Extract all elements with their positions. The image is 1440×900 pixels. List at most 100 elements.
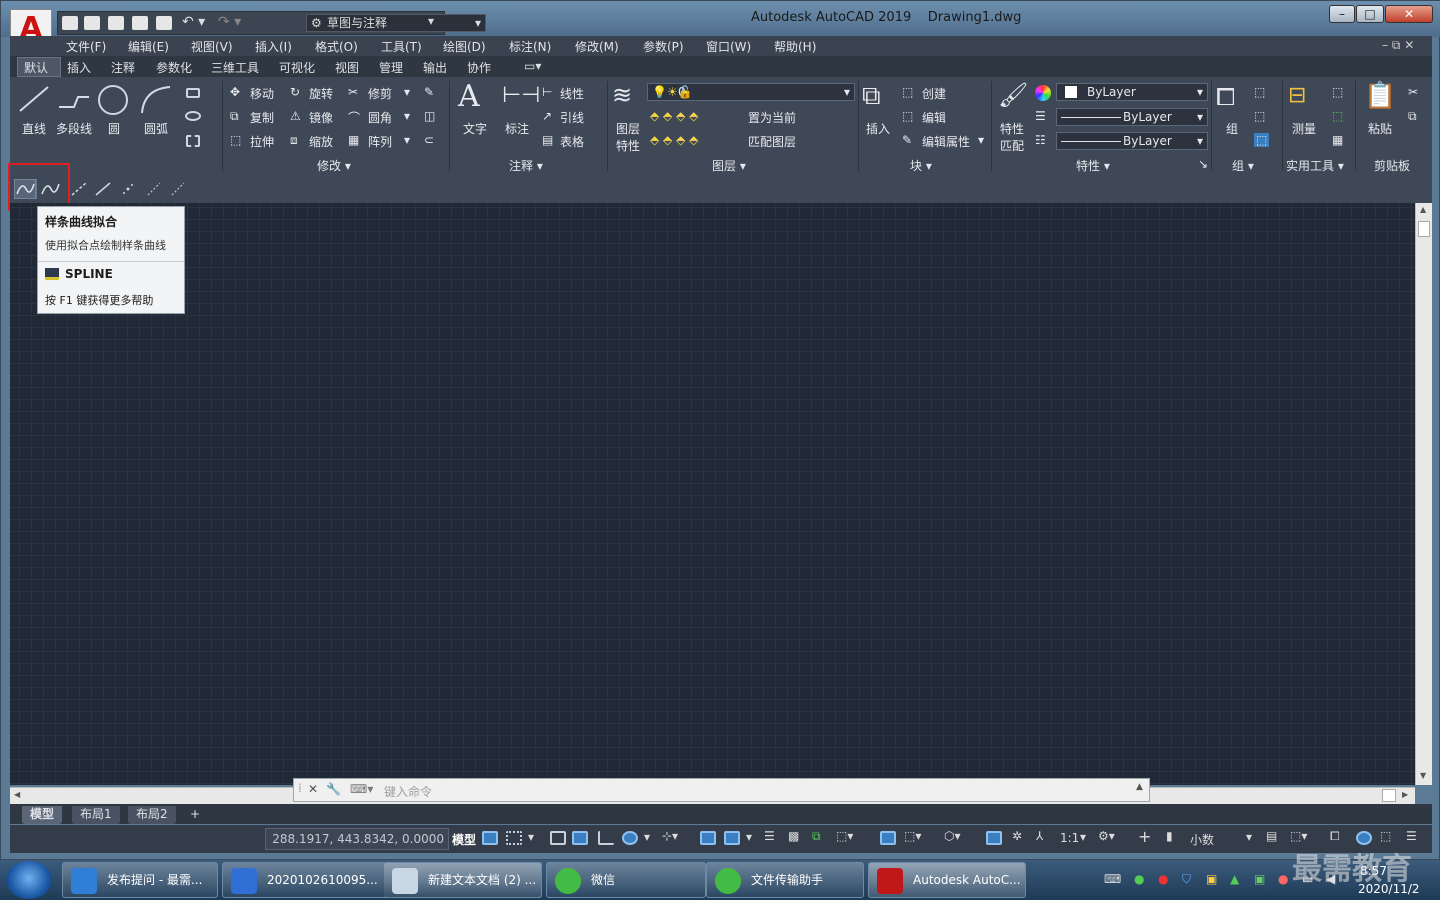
annotation-visibility-icon[interactable] xyxy=(986,831,1002,845)
color-wheel-icon[interactable] xyxy=(1035,85,1051,101)
group-tool[interactable]: 组 xyxy=(1226,120,1238,137)
taskbar-item-file-transfer[interactable]: 文件传输助手 xyxy=(706,862,864,898)
tab-annotate[interactable]: 注释 xyxy=(111,59,135,76)
tab-parametric[interactable]: 参数化 xyxy=(156,59,192,76)
menu-format[interactable]: 格式(O) xyxy=(315,38,358,55)
array-dropdown-icon[interactable]: ▾ xyxy=(404,133,410,147)
close-command-icon[interactable]: ✕ xyxy=(308,782,318,796)
menu-parameters[interactable]: 参数(P) xyxy=(643,38,684,55)
coordinates-display[interactable]: 288.1917, 443.8342, 0.0000 xyxy=(265,828,449,850)
3d-osnap-icon[interactable]: ⬚▾ xyxy=(836,829,853,843)
grid-icon[interactable] xyxy=(482,831,498,845)
save-icon[interactable] xyxy=(108,16,124,30)
ellipse-icon[interactable] xyxy=(185,111,201,121)
scroll-left-icon[interactable]: ◀ xyxy=(14,790,20,799)
ungroup-icon[interactable]: ⬚ xyxy=(1254,85,1265,99)
undo-icon[interactable]: ↶ ▾ xyxy=(182,14,205,30)
app-tray-icon[interactable]: ▲ xyxy=(1230,872,1239,886)
trim-dropdown-icon[interactable]: ▾ xyxy=(404,85,410,99)
match-properties-tool[interactable]: 特性 xyxy=(1000,120,1024,137)
clipboard-panel-label[interactable]: 剪贴板 xyxy=(1374,157,1410,173)
taskbar-item-wechat[interactable]: 微信 xyxy=(546,862,706,898)
group-selection-icon[interactable]: ⬚ xyxy=(1254,133,1270,147)
dynamic-ucs-icon[interactable] xyxy=(880,831,896,845)
block-panel-label[interactable]: 块 ▾ xyxy=(910,157,932,173)
leader-tool[interactable]: 引线 xyxy=(560,109,584,126)
add-layout-button[interactable]: + xyxy=(182,806,208,824)
nvidia-icon[interactable]: ▣ xyxy=(1254,872,1265,886)
plot-icon[interactable] xyxy=(156,16,172,30)
layer-dropdown[interactable]: 💡☀🔓 0 ▾ xyxy=(647,83,855,101)
lineweight-display-icon[interactable]: ☰ xyxy=(764,829,775,843)
selection-filter-icon[interactable]: ⬚▾ xyxy=(904,829,921,843)
polar-tracking-icon[interactable] xyxy=(622,831,638,845)
paste-tool[interactable]: 粘贴 xyxy=(1368,120,1392,137)
doc-window-controls[interactable]: – ⧉ ✕ xyxy=(1382,38,1414,53)
layers-panel-label[interactable]: 图层 ▾ xyxy=(712,157,746,173)
osnap-dropdown-icon[interactable]: ▾ xyxy=(746,830,752,844)
tab-manage[interactable]: 管理 xyxy=(379,59,403,76)
isodraft-icon[interactable]: ⊹▾ xyxy=(662,829,678,843)
menu-edit[interactable]: 编辑(E) xyxy=(128,38,169,55)
polyline-tool-label[interactable]: 多段线 xyxy=(56,120,92,137)
menu-view[interactable]: 视图(V) xyxy=(191,38,233,55)
qq-icon[interactable]: ● xyxy=(1278,872,1288,886)
command-history-icon[interactable]: ▲ xyxy=(1136,782,1143,792)
tab-collaborate[interactable]: 协作 xyxy=(467,59,491,76)
line-tool-label[interactable]: 直线 xyxy=(22,120,46,137)
new-file-icon[interactable] xyxy=(62,16,78,30)
arc-tool-label[interactable]: 圆弧 xyxy=(144,120,168,137)
menu-modify[interactable]: 修改(M) xyxy=(575,38,619,55)
customize-qat-icon[interactable]: ▾ xyxy=(428,14,434,28)
weibo-icon[interactable]: ● xyxy=(1158,872,1168,886)
annotation-scale-icon[interactable]: ⅄ xyxy=(1036,829,1043,843)
annotation-panel-label[interactable]: 注释 ▾ xyxy=(509,157,543,173)
edit-block-tool[interactable]: 编辑 xyxy=(922,109,946,126)
taskbar-item-ie[interactable]: 发布提问 - 最需... xyxy=(62,862,218,898)
match-properties-tool-2[interactable]: 匹配 xyxy=(1000,137,1024,154)
quick-properties-icon[interactable]: ▤ xyxy=(1266,829,1277,843)
tab-default[interactable]: 默认 xyxy=(24,59,48,76)
command-input[interactable]: 键入命令 xyxy=(384,783,432,800)
move-tool[interactable]: 移动 xyxy=(250,85,274,102)
tab-3d-tools[interactable]: 三维工具 xyxy=(211,59,259,76)
linear-tool[interactable]: 线性 xyxy=(560,85,584,102)
make-current-tool[interactable]: 置为当前 xyxy=(748,109,796,126)
stretch-tool[interactable]: 拉伸 xyxy=(250,133,274,150)
menu-dimension[interactable]: 标注(N) xyxy=(509,38,551,55)
layer-properties-tool-2[interactable]: 特性 xyxy=(616,137,640,154)
tab-layout1[interactable]: 布局1 xyxy=(72,806,120,824)
wechat-tray-icon[interactable]: ● xyxy=(1134,872,1144,886)
match-layer-tool[interactable]: 匹配图层 xyxy=(748,133,796,150)
modify-panel-label[interactable]: 修改 ▾ xyxy=(317,157,351,173)
linetype-dropdown[interactable]: ByLayer ▾ xyxy=(1056,108,1208,126)
calculator-icon[interactable]: ▦ xyxy=(1332,133,1343,147)
tab-view[interactable]: 视图 xyxy=(335,59,359,76)
units-value[interactable]: 小数 xyxy=(1190,831,1214,848)
tab-insert[interactable]: 插入 xyxy=(67,59,91,76)
circle-tool-label[interactable]: 圆 xyxy=(108,120,120,137)
table-tool[interactable]: 表格 xyxy=(560,133,584,150)
selection-cycling-icon[interactable]: ⧉ xyxy=(812,829,821,844)
hatch-icon[interactable] xyxy=(186,135,200,147)
annotation-scale[interactable]: 1:1 xyxy=(1060,831,1079,845)
workspace-gear-icon[interactable]: ⚙▾ xyxy=(1098,829,1115,843)
wrench-icon[interactable]: 🔧 xyxy=(326,782,341,796)
redo-icon[interactable]: ↷ ▾ xyxy=(218,14,241,30)
scroll-up-icon[interactable]: ▲ xyxy=(1420,205,1426,214)
groups-panel-label[interactable]: 组 ▾ xyxy=(1232,157,1254,173)
menu-insert[interactable]: 插入(I) xyxy=(255,38,292,55)
menu-window[interactable]: 窗口(W) xyxy=(706,38,751,55)
measure-tool[interactable]: 测量 xyxy=(1292,120,1316,137)
utilities-panel-label[interactable]: 实用工具 ▾ xyxy=(1286,157,1344,173)
copy-tool[interactable]: 复制 xyxy=(250,109,274,126)
rotate-tool[interactable]: 旋转 xyxy=(309,85,333,102)
trim-tool[interactable]: 修剪 xyxy=(368,85,392,102)
vertical-scrollbar[interactable]: ▲ ▼ xyxy=(1415,203,1432,785)
tab-model[interactable]: 模型 xyxy=(22,806,63,824)
clean-screen-icon[interactable]: ⬚ xyxy=(1380,829,1391,843)
customization-menu-icon[interactable]: ☰ xyxy=(1406,829,1417,843)
maximize-button[interactable]: □ xyxy=(1356,5,1384,23)
keyboard-icon[interactable]: ⌨ xyxy=(1104,872,1121,886)
tab-output[interactable]: 输出 xyxy=(423,59,447,76)
